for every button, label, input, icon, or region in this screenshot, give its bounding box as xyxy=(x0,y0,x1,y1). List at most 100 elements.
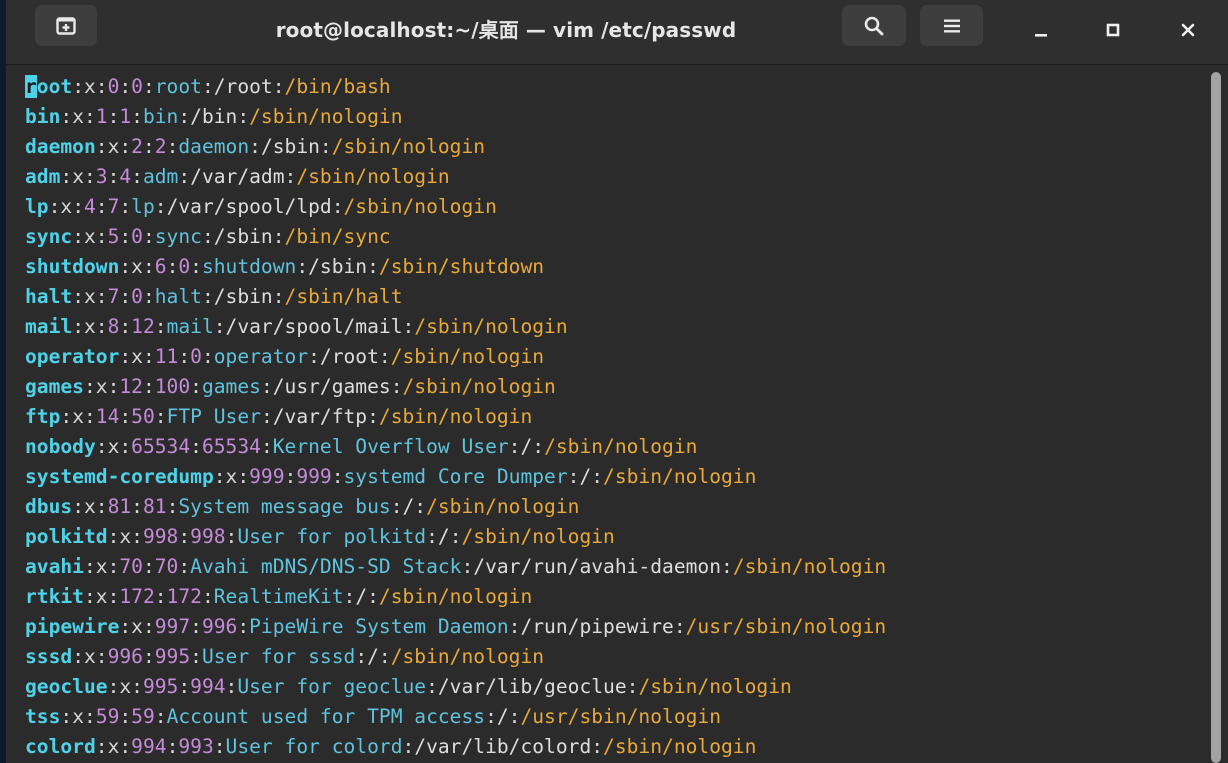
field-username: ftp xyxy=(25,405,61,428)
field-separator: : xyxy=(485,705,497,728)
field-separator: : xyxy=(378,345,391,368)
field-home: / xyxy=(355,585,368,608)
field-shell: /sbin/halt xyxy=(284,285,403,308)
field-gid: 4 xyxy=(119,165,132,188)
field-separator: : xyxy=(119,405,132,428)
field-gecos: bin xyxy=(142,105,179,128)
field-separator: : xyxy=(131,165,143,188)
field-separator: : xyxy=(119,345,132,368)
search-button[interactable] xyxy=(842,5,906,46)
field-password: x xyxy=(131,345,143,368)
field-home: /sbin xyxy=(213,285,273,308)
field-separator: : xyxy=(83,585,96,608)
field-separator: : xyxy=(213,315,226,338)
field-gecos: FTP User xyxy=(166,405,261,428)
field-shell: /sbin/nologin xyxy=(390,345,545,368)
field-separator: : xyxy=(142,285,155,308)
field-password: x xyxy=(131,255,143,278)
passwd-lines: root:x:0:0:root:/root:/bin/bash bin:x:1:1… xyxy=(25,72,886,762)
field-separator: : xyxy=(95,435,108,458)
field-shell: /sbin/nologin xyxy=(249,105,403,128)
field-gecos: User for geoclue xyxy=(237,675,427,698)
title-bar: root@localhost:~/桌面 — vim /etc/passwd xyxy=(6,0,1228,65)
field-separator: : xyxy=(142,225,155,248)
field-separator: : xyxy=(119,315,132,338)
field-username: geoclue xyxy=(25,675,108,698)
field-gid: 50 xyxy=(131,405,155,428)
scrollbar[interactable] xyxy=(1211,72,1221,763)
field-separator: : xyxy=(107,585,120,608)
field-gid: 0 xyxy=(131,225,143,248)
field-password: x xyxy=(131,615,143,638)
field-gid: 59 xyxy=(131,705,155,728)
close-button[interactable] xyxy=(1170,12,1206,48)
field-separator: : xyxy=(107,675,120,698)
field-uid: 65534 xyxy=(131,435,191,458)
field-separator: : xyxy=(201,75,214,98)
field-separator: : xyxy=(119,135,132,158)
field-separator: : xyxy=(72,285,84,308)
field-shell: /sbin/nologin xyxy=(638,675,792,698)
close-icon xyxy=(1181,23,1195,37)
passwd-line: pipewire:x:997:996:PipeWire System Daemo… xyxy=(25,612,886,642)
field-separator: : xyxy=(567,465,580,488)
field-separator: : xyxy=(95,645,108,668)
field-separator: : xyxy=(508,435,521,458)
field-password: x xyxy=(107,135,120,158)
maximize-button[interactable] xyxy=(1095,12,1131,48)
field-separator: : xyxy=(60,705,73,728)
field-separator: : xyxy=(201,225,214,248)
field-gid: 7 xyxy=(107,195,120,218)
hamburger-menu-icon xyxy=(943,19,960,32)
passwd-line: halt:x:7:0:halt:/sbin:/sbin/halt xyxy=(25,282,886,312)
passwd-line: adm:x:3:4:adm:/var/adm:/sbin/nologin xyxy=(25,162,886,192)
field-separator: : xyxy=(178,675,191,698)
field-separator: : xyxy=(390,375,403,398)
maximize-icon xyxy=(1106,23,1120,37)
field-separator: : xyxy=(296,255,309,278)
field-gid: 70 xyxy=(154,555,179,578)
field-separator: : xyxy=(178,555,191,578)
field-separator: : xyxy=(166,495,179,518)
field-separator: : xyxy=(72,495,84,518)
field-shell: /sbin/nologin xyxy=(461,525,615,548)
menu-button[interactable] xyxy=(920,5,983,46)
field-separator: : xyxy=(83,105,96,128)
field-separator: : xyxy=(119,705,132,728)
field-gid: 0 xyxy=(178,255,191,278)
new-tab-button[interactable] xyxy=(35,5,97,46)
field-uid: 1 xyxy=(95,105,108,128)
field-separator: : xyxy=(378,645,391,668)
field-gid: 0 xyxy=(131,75,143,98)
field-shell: /sbin/nologin xyxy=(296,165,450,188)
passwd-line: sync:x:5:0:sync:/sbin:/bin/sync xyxy=(25,222,886,252)
terminal-area[interactable]: root:x:0:0:root:/root:/bin/bash bin:x:1:1… xyxy=(6,65,1228,763)
field-separator: : xyxy=(95,315,108,338)
field-separator: : xyxy=(83,555,96,578)
field-password: x xyxy=(83,75,96,98)
field-separator: : xyxy=(154,315,167,338)
field-password: x xyxy=(83,225,96,248)
field-separator: : xyxy=(119,255,132,278)
field-separator: : xyxy=(119,195,132,218)
field-shell: /sbin/nologin xyxy=(378,585,533,608)
field-shell: /sbin/nologin xyxy=(331,135,486,158)
field-separator: : xyxy=(331,465,344,488)
field-separator: : xyxy=(166,135,179,158)
field-separator: : xyxy=(72,75,84,98)
field-separator: : xyxy=(461,555,474,578)
field-separator: : xyxy=(260,435,273,458)
field-separator: : xyxy=(190,435,202,458)
field-gecos: System message bus xyxy=(178,495,391,518)
field-gecos: User for sssd xyxy=(201,645,356,668)
field-separator: : xyxy=(119,615,132,638)
field-username: operator xyxy=(25,345,120,368)
field-separator: : xyxy=(142,645,155,668)
field-separator: : xyxy=(508,705,521,728)
field-separator: : xyxy=(60,165,73,188)
field-username: adm xyxy=(25,165,61,188)
field-separator: : xyxy=(107,105,120,128)
field-home: / xyxy=(367,645,379,668)
field-password: x xyxy=(72,165,84,188)
minimize-button[interactable] xyxy=(1023,12,1059,48)
